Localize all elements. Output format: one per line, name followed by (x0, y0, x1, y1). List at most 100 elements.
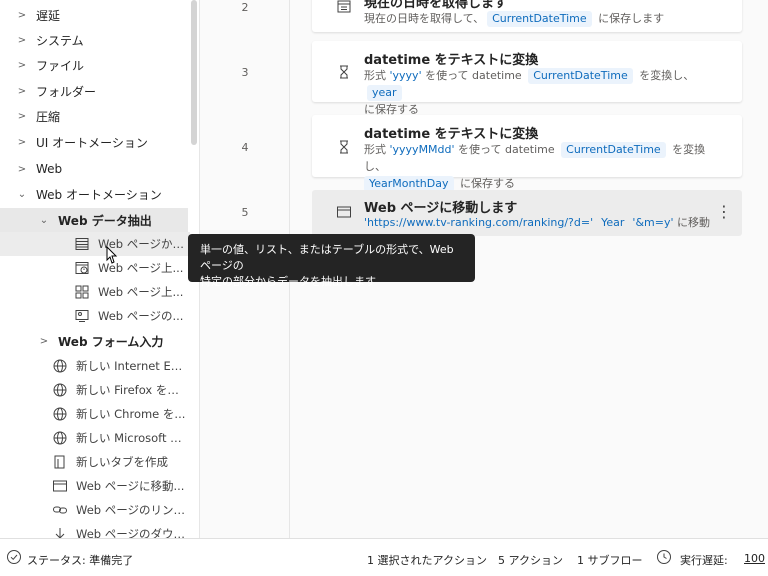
action-get-web-page-details[interactable]: Web ページ上... (0, 256, 190, 280)
globe-icon (52, 358, 68, 374)
globe-icon (52, 382, 68, 398)
link-icon (52, 502, 68, 518)
literal-token: 'yyyy' (389, 69, 422, 82)
action-take-screenshot-web-page[interactable]: Web ページの... (0, 304, 190, 328)
action-label: Web ページのリンク... (76, 503, 188, 517)
line-number: 5 (241, 206, 249, 219)
action-label: Web ページ上... (98, 285, 184, 299)
step-description: 'https://www.tv-ranking.com/ranking/?d='… (364, 214, 710, 231)
subflows-count: 1 サブフロー (577, 554, 643, 567)
action-label: 新しいタブを作成 (76, 455, 168, 469)
variable-token[interactable]: year (367, 85, 402, 101)
category-label: ファイル (36, 58, 85, 73)
desc-text: 形式 (364, 69, 390, 82)
action-label: Web ページの... (98, 309, 184, 323)
category-compress[interactable]: > 圧縮 (0, 104, 190, 128)
action-go-to-web-page[interactable]: Web ページに移動... (0, 474, 190, 498)
subgroup-web-data-extraction[interactable]: ⌄ Web データ抽出 (0, 208, 188, 232)
literal-token: 'https://www.tv-ranking.com/ranking/?d=' (364, 216, 594, 229)
chevron-right-icon: > (17, 110, 27, 122)
tooltip-line: 特定の部分からデータを抽出します (200, 275, 376, 288)
variable-token[interactable]: CurrentDateTime (561, 142, 666, 158)
subgroup-label: Web フォーム入力 (58, 334, 164, 349)
chevron-right-icon: > (39, 335, 49, 347)
mouse-pointer-icon (106, 246, 118, 264)
action-label: Web ページのダウン... (76, 527, 188, 538)
category-label: 遅延 (36, 8, 61, 23)
chevron-right-icon: > (17, 163, 27, 175)
variable-token[interactable]: Year (596, 215, 629, 231)
category-file[interactable]: > ファイル (0, 53, 190, 77)
page-clock-icon (74, 260, 90, 276)
category-label: Web (36, 162, 63, 176)
actions-pane-scrollbar[interactable] (191, 0, 197, 145)
line-number: 4 (241, 141, 249, 154)
category-label: Web オートメーション (36, 187, 162, 202)
desc-text: 現在の日時を取得して、 (364, 12, 485, 25)
category-folder[interactable]: > フォルダー (0, 79, 190, 103)
flow-step-convert-datetime-yearmonthday[interactable]: datetime をテキストに変換 形式 'yyyyMMdd' を使って dat… (312, 115, 742, 192)
category-web-automation[interactable]: ⌄ Web オートメーション (0, 182, 190, 206)
category-ui-automation[interactable]: > UI オートメーション (0, 130, 190, 154)
desc-text: を変換し、 (635, 69, 695, 82)
chevron-right-icon: > (17, 59, 27, 71)
actions-count: 5 アクション (498, 554, 563, 567)
action-download-link-on-web-page[interactable]: Web ページのダウン... (0, 522, 190, 538)
action-get-element-details[interactable]: Web ページ上... (0, 280, 190, 304)
desc-text: に保存します (594, 12, 665, 25)
literal-token: '&m=y' (632, 216, 674, 229)
desc-text: に保存する (456, 177, 515, 190)
variable-token[interactable]: CurrentDateTime (528, 68, 633, 84)
category-web[interactable]: > Web (0, 157, 190, 181)
category-delay[interactable]: > 遅延 (0, 3, 190, 27)
actions-pane: > 遅延 > システム > ファイル > フォルダー > 圧縮 > UI オート… (0, 0, 200, 538)
action-extract-data-from-web-page[interactable]: Web ページから... (0, 232, 190, 256)
line-number: 2 (241, 1, 249, 14)
new-tab-icon (52, 454, 68, 470)
chevron-down-icon: ⌄ (39, 214, 49, 226)
step-description: 形式 'yyyy' を使って datetime CurrentDateTime … (364, 67, 706, 118)
flow-step-get-current-datetime[interactable]: 現在の日時を取得します 現在の日時を取得して、 CurrentDateTime に… (312, 0, 742, 32)
line-number: 3 (241, 66, 249, 79)
subgroup-label: Web データ抽出 (58, 213, 152, 228)
calendar-icon (336, 0, 352, 14)
flow-step-convert-datetime-year[interactable]: datetime をテキストに変換 形式 'yyyy' を使って datetim… (312, 41, 742, 116)
category-system[interactable]: > システム (0, 28, 190, 52)
run-delay-input[interactable]: 100 (744, 552, 765, 565)
literal-token: 'yyyyMMdd' (389, 143, 455, 156)
action-label: 新しい Microsoft E... (76, 431, 188, 445)
more-options-icon[interactable]: ⋮ (716, 202, 732, 221)
chevron-right-icon: > (17, 136, 27, 148)
selected-actions-count: 1 選択されたアクション (367, 554, 487, 567)
flow-step-go-to-web-page[interactable]: Web ページに移動します 'https://www.tv-ranking.co… (312, 190, 742, 236)
screenshot-icon (74, 308, 90, 324)
step-description: 形式 'yyyyMMdd' を使って datetime CurrentDateT… (364, 141, 706, 192)
variable-token[interactable]: CurrentDateTime (487, 11, 592, 27)
action-create-new-tab[interactable]: 新しいタブを作成 (0, 450, 190, 474)
globe-icon (52, 406, 68, 422)
action-launch-microsoft-edge[interactable]: 新しい Microsoft E... (0, 426, 190, 450)
globe-icon (52, 430, 68, 446)
desc-text: を使って datetime (454, 143, 559, 156)
action-label: 新しい Chrome を... (76, 407, 186, 421)
action-launch-chrome[interactable]: 新しい Chrome を... (0, 402, 190, 426)
category-label: 圧縮 (36, 109, 61, 124)
action-tooltip: 単一の値、リスト、またはテーブルの形式で、Web ページの 特定の部分からデータ… (188, 234, 475, 288)
desc-text: に移動 (673, 216, 710, 229)
hourglass-icon (336, 64, 352, 80)
chevron-right-icon: > (17, 34, 27, 46)
action-launch-internet-explorer[interactable]: 新しい Internet Ex... (0, 354, 190, 378)
browser-window-icon (336, 204, 352, 220)
action-label: 新しい Firefox を起... (76, 383, 188, 397)
browser-window-icon (52, 478, 68, 494)
action-launch-firefox[interactable]: 新しい Firefox を起... (0, 378, 190, 402)
desc-text: 形式 (364, 143, 390, 156)
run-delay-label: 実行遅延: (680, 554, 728, 567)
step-title: datetime をテキストに変換 (364, 53, 539, 68)
status-ok-icon (6, 549, 22, 568)
action-click-link-on-web-page[interactable]: Web ページのリンク... (0, 498, 190, 522)
action-label: Web ページに移動... (76, 479, 185, 493)
subgroup-web-form-fill[interactable]: > Web フォーム入力 (0, 329, 190, 353)
action-label: 新しい Internet Ex... (76, 359, 188, 373)
desc-text: を使って datetime (421, 69, 526, 82)
